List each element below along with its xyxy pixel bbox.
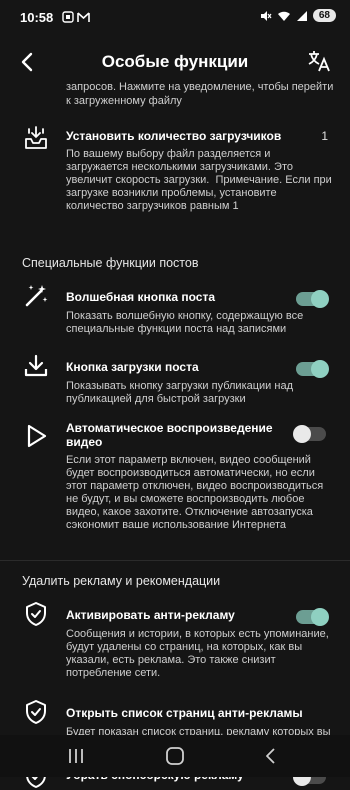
toggle-knob: [293, 425, 311, 443]
intro-text: запросов. Нажмите на уведомление, чтобы …: [66, 81, 334, 107]
downloaders-desc: По вашему выбору файл разделяется и загр…: [66, 148, 332, 212]
download-button-desc: Показывать кнопку загрузки публикации на…: [66, 380, 293, 405]
anti-ads-toggle[interactable]: [296, 608, 329, 626]
status-bar: 10:58 68: [0, 0, 350, 36]
shield-check-icon: [22, 698, 50, 726]
back-nav-icon: [266, 748, 275, 764]
recent-apps-icon: [69, 749, 83, 763]
app-bar: Особые функции: [0, 38, 350, 84]
mute-icon: [260, 10, 272, 21]
section-ads-header: Удалить рекламу и рекомендации: [22, 574, 221, 588]
divider: [0, 560, 350, 561]
status-right-icons: 68: [260, 9, 336, 22]
status-notification-icons: [62, 11, 90, 23]
gmail-icon: [77, 12, 90, 22]
translate-button[interactable]: [306, 48, 332, 74]
translate-icon: [308, 51, 330, 72]
autoplay-toggle[interactable]: [293, 425, 326, 443]
page-title: Особые функции: [101, 52, 249, 71]
section-posts-header: Специальные функции постов: [22, 256, 199, 270]
toggle-knob: [311, 608, 329, 626]
anti-ads-title: Активировать анти-рекламу: [66, 608, 235, 622]
autoplay-desc: Если этот параметр включен, видео сообще…: [66, 454, 324, 531]
back-nav-button[interactable]: [259, 745, 283, 767]
system-nav-bar: [0, 735, 350, 777]
wifi-icon: [277, 11, 290, 21]
signal-icon: [296, 10, 307, 21]
status-time: 10:58: [20, 10, 54, 25]
download-tray-icon: [22, 124, 50, 152]
downloaders-title: Установить количество загрузчиков: [66, 129, 282, 143]
toggle-knob: [311, 360, 329, 378]
battery-indicator: 68: [312, 9, 336, 22]
shield-check-icon: [22, 600, 50, 628]
toggle-knob: [311, 290, 329, 308]
recent-apps-button[interactable]: [64, 745, 88, 767]
anti-ads-desc: Сообщения и истории, в которых есть упом…: [66, 628, 329, 679]
screenshot-icon: [62, 11, 74, 23]
anti-ads-list-title: Открыть список страниц анти-рекламы: [66, 706, 303, 720]
home-icon: [166, 747, 184, 765]
download-button-title: Кнопка загрузки поста: [66, 360, 199, 374]
download-icon: [22, 352, 50, 380]
magic-wand-icon: [22, 282, 50, 310]
download-button-toggle[interactable]: [296, 360, 329, 378]
play-icon: [22, 422, 50, 450]
magic-button-desc: Показать волшебную кнопку, содержащую вс…: [66, 310, 304, 335]
magic-button-title: Волшебная кнопка поста: [66, 290, 215, 304]
home-button[interactable]: [163, 745, 187, 767]
magic-button-toggle[interactable]: [296, 290, 329, 308]
autoplay-title: Автоматическое воспроизведение видео: [66, 421, 273, 449]
downloaders-value: 1: [321, 129, 328, 143]
